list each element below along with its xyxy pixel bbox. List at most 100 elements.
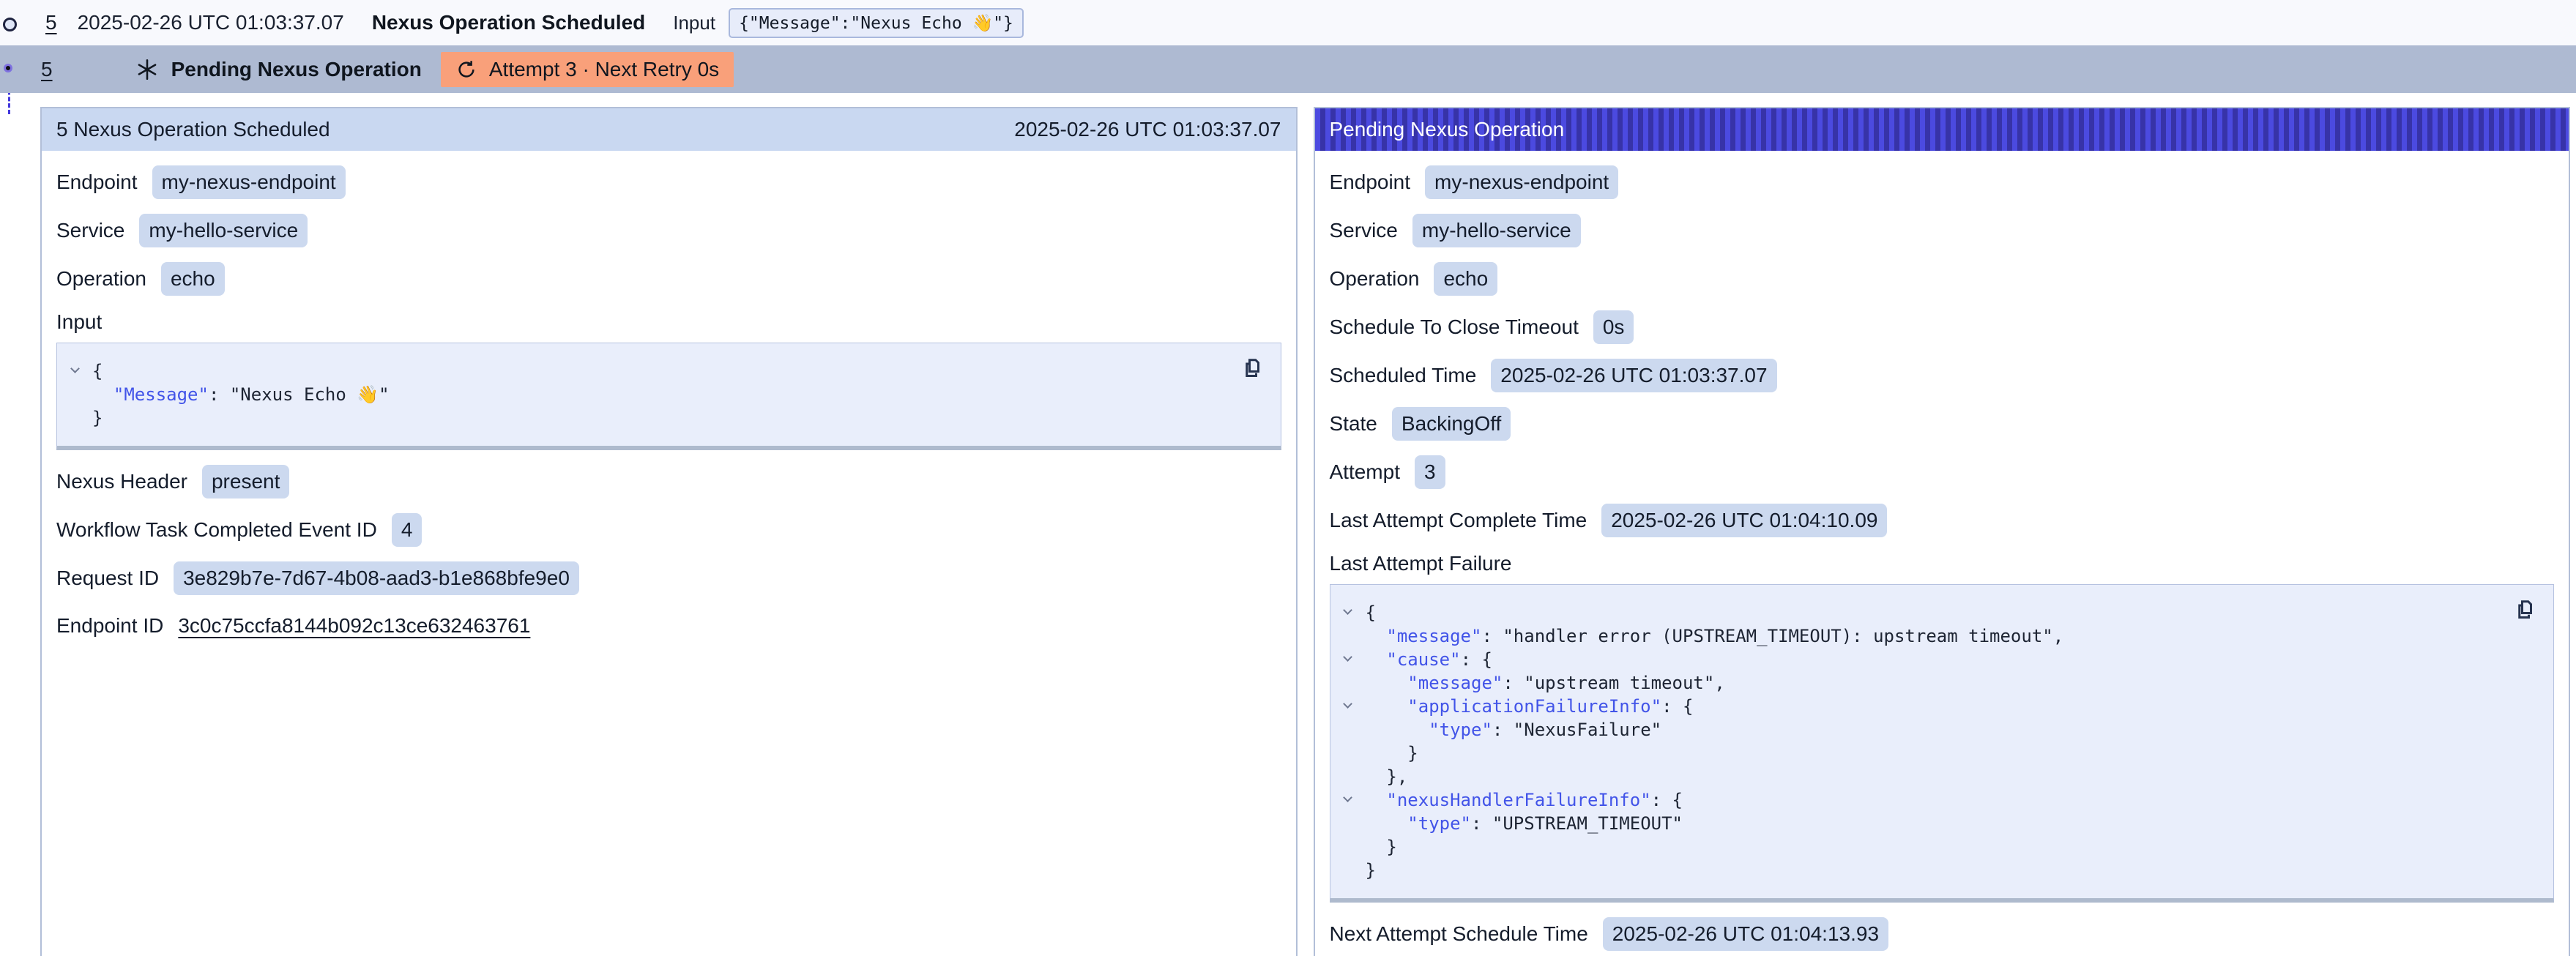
field-operation: Operation echo [56, 262, 1281, 296]
field-value-badge: 3 [1415, 455, 1445, 489]
json-line-text: { [92, 359, 103, 383]
scheduled-event-panel: 5 Nexus Operation Scheduled 2025-02-26 U… [40, 107, 1298, 956]
json-line-gutter [1330, 765, 1366, 788]
json-line: "cause": { [1330, 648, 2503, 671]
field-value-badge: 3e829b7e-7d67-4b08-aad3-b1e868bfe9e0 [174, 561, 579, 595]
field-schedule-to-close-timeout: Schedule To Close Timeout 0s [1330, 310, 2555, 344]
failure-block-label: Last Attempt Failure [1330, 552, 2555, 575]
json-line-text: } [1366, 742, 1418, 765]
field-value-badge: my-hello-service [1412, 214, 1581, 247]
scheduled-panel-header: 5 Nexus Operation Scheduled 2025-02-26 U… [42, 108, 1296, 151]
json-line: "type": "UPSTREAM_TIMEOUT" [1330, 812, 2503, 835]
copy-button[interactable] [1240, 354, 1269, 383]
json-line-text: "message": "handler error (UPSTREAM_TIME… [1366, 624, 2064, 648]
json-line: "applicationFailureInfo": { [1330, 695, 2503, 718]
json-line-text: "nexusHandlerFailureInfo": { [1366, 788, 1683, 812]
field-label: Schedule To Close Timeout [1330, 315, 1579, 339]
json-line-gutter [57, 406, 92, 430]
scheduled-panel-title: 5 Nexus Operation Scheduled [56, 118, 330, 141]
collapse-toggle-icon[interactable] [1343, 793, 1352, 802]
json-line-gutter [1330, 648, 1366, 671]
field-label: Endpoint ID [56, 614, 163, 638]
json-line-text: } [1366, 859, 1376, 882]
retry-icon [455, 59, 477, 81]
field-label: Request ID [56, 567, 159, 590]
event-row-scheduled[interactable]: 5 2025-02-26 UTC 01:03:37.07 Nexus Opera… [0, 0, 2576, 45]
json-line-gutter [1330, 718, 1366, 742]
json-line: { [1330, 601, 2503, 624]
field-value-badge: 2025-02-26 UTC 01:03:37.07 [1491, 359, 1776, 392]
json-line: } [1330, 742, 2503, 765]
field-value-badge: present [202, 465, 289, 498]
field-last-attempt-complete-time: Last Attempt Complete Time 2025-02-26 UT… [1330, 504, 2555, 537]
field-value-badge: 0s [1593, 310, 1634, 344]
json-line: "nexusHandlerFailureInfo": { [1330, 788, 2503, 812]
field-attempt: Attempt 3 [1330, 455, 2555, 489]
timeline-pending-dot [4, 64, 12, 72]
collapse-toggle-icon[interactable] [1343, 652, 1352, 662]
field-value-badge: echo [1434, 262, 1497, 296]
field-service: Service my-hello-service [56, 214, 1281, 247]
detail-panels: 5 Nexus Operation Scheduled 2025-02-26 U… [40, 107, 2570, 956]
json-line: } [57, 406, 1229, 430]
field-value-badge: 2025-02-26 UTC 01:04:13.93 [1603, 917, 1888, 951]
field-label: Endpoint [56, 171, 138, 194]
field-value-badge: BackingOff [1392, 407, 1511, 441]
field-nexus-header: Nexus Header present [56, 465, 1281, 498]
field-value-badge: my-nexus-endpoint [1425, 165, 1618, 199]
retry-badge-text: Attempt 3 · Next Retry 0s [489, 58, 719, 81]
json-line-text: "applicationFailureInfo": { [1366, 695, 1694, 718]
json-line-gutter [57, 383, 92, 406]
field-value-badge: echo [161, 262, 225, 296]
copy-button[interactable] [2512, 595, 2542, 624]
collapse-toggle-icon[interactable] [1343, 699, 1352, 709]
pending-panel-header: Pending Nexus Operation [1315, 108, 2569, 151]
field-label: Attempt [1330, 460, 1400, 484]
field-value-badge: my-nexus-endpoint [152, 165, 346, 199]
json-line-gutter [57, 359, 92, 383]
field-next-attempt-schedule-time: Next Attempt Schedule Time 2025-02-26 UT… [1330, 917, 2555, 951]
json-line-text: "cause": { [1366, 648, 1492, 671]
field-workflow-task-completed-event-id: Workflow Task Completed Event ID 4 [56, 513, 1281, 547]
json-line-text: "type": "UPSTREAM_TIMEOUT" [1366, 812, 1683, 835]
event-title: Nexus Operation Scheduled [372, 11, 645, 34]
json-line-text: }, [1366, 765, 1408, 788]
field-label: Operation [56, 267, 146, 291]
field-endpoint: Endpoint my-nexus-endpoint [56, 165, 1281, 199]
field-label: Service [56, 219, 124, 242]
input-json-block: { "Message": "Nexus Echo 👋"} [56, 343, 1281, 450]
field-label: Next Attempt Schedule Time [1330, 922, 1588, 946]
json-line-text: { [1366, 601, 1376, 624]
json-line: "Message": "Nexus Echo 👋" [57, 383, 1229, 406]
field-label: Scheduled Time [1330, 364, 1477, 387]
collapse-toggle-icon[interactable] [1343, 605, 1352, 615]
field-label: Workflow Task Completed Event ID [56, 518, 377, 542]
field-label: Operation [1330, 267, 1420, 291]
field-label: Last Attempt Complete Time [1330, 509, 1587, 532]
json-line: "message": "handler error (UPSTREAM_TIME… [1330, 624, 2503, 648]
json-line-gutter [1330, 695, 1366, 718]
retry-attempt-badge: Attempt 3 · Next Retry 0s [441, 52, 734, 87]
json-line: { [57, 359, 1229, 383]
json-line-gutter [1330, 601, 1366, 624]
pending-panel-title: Pending Nexus Operation [1330, 118, 1565, 141]
json-line-gutter [1330, 835, 1366, 859]
event-row-pending[interactable]: 5 Pending Nexus Operation Attempt 3 · Ne… [0, 45, 2576, 93]
json-line: "message": "upstream timeout", [1330, 671, 2503, 695]
json-line: } [1330, 835, 2503, 859]
event-id-link[interactable]: 5 [45, 11, 57, 34]
json-line-gutter [1330, 742, 1366, 765]
endpoint-id-link[interactable]: 3c0c75ccfa8144b092c13ce632463761 [178, 614, 530, 638]
json-line-text: "type": "NexusFailure" [1366, 718, 1662, 742]
field-endpoint-id: Endpoint ID 3c0c75ccfa8144b092c13ce63246… [56, 610, 1281, 642]
field-endpoint: Endpoint my-nexus-endpoint [1330, 165, 2555, 199]
pending-id-link[interactable]: 5 [41, 58, 53, 81]
scheduled-panel-timestamp: 2025-02-26 UTC 01:03:37.07 [1014, 118, 1281, 141]
field-service: Service my-hello-service [1330, 214, 2555, 247]
json-line-gutter [1330, 788, 1366, 812]
field-label: Endpoint [1330, 171, 1411, 194]
json-line: } [1330, 859, 2503, 882]
event-timestamp: 2025-02-26 UTC 01:03:37.07 [78, 11, 344, 34]
field-label: State [1330, 412, 1377, 436]
collapse-toggle-icon[interactable] [70, 364, 80, 373]
